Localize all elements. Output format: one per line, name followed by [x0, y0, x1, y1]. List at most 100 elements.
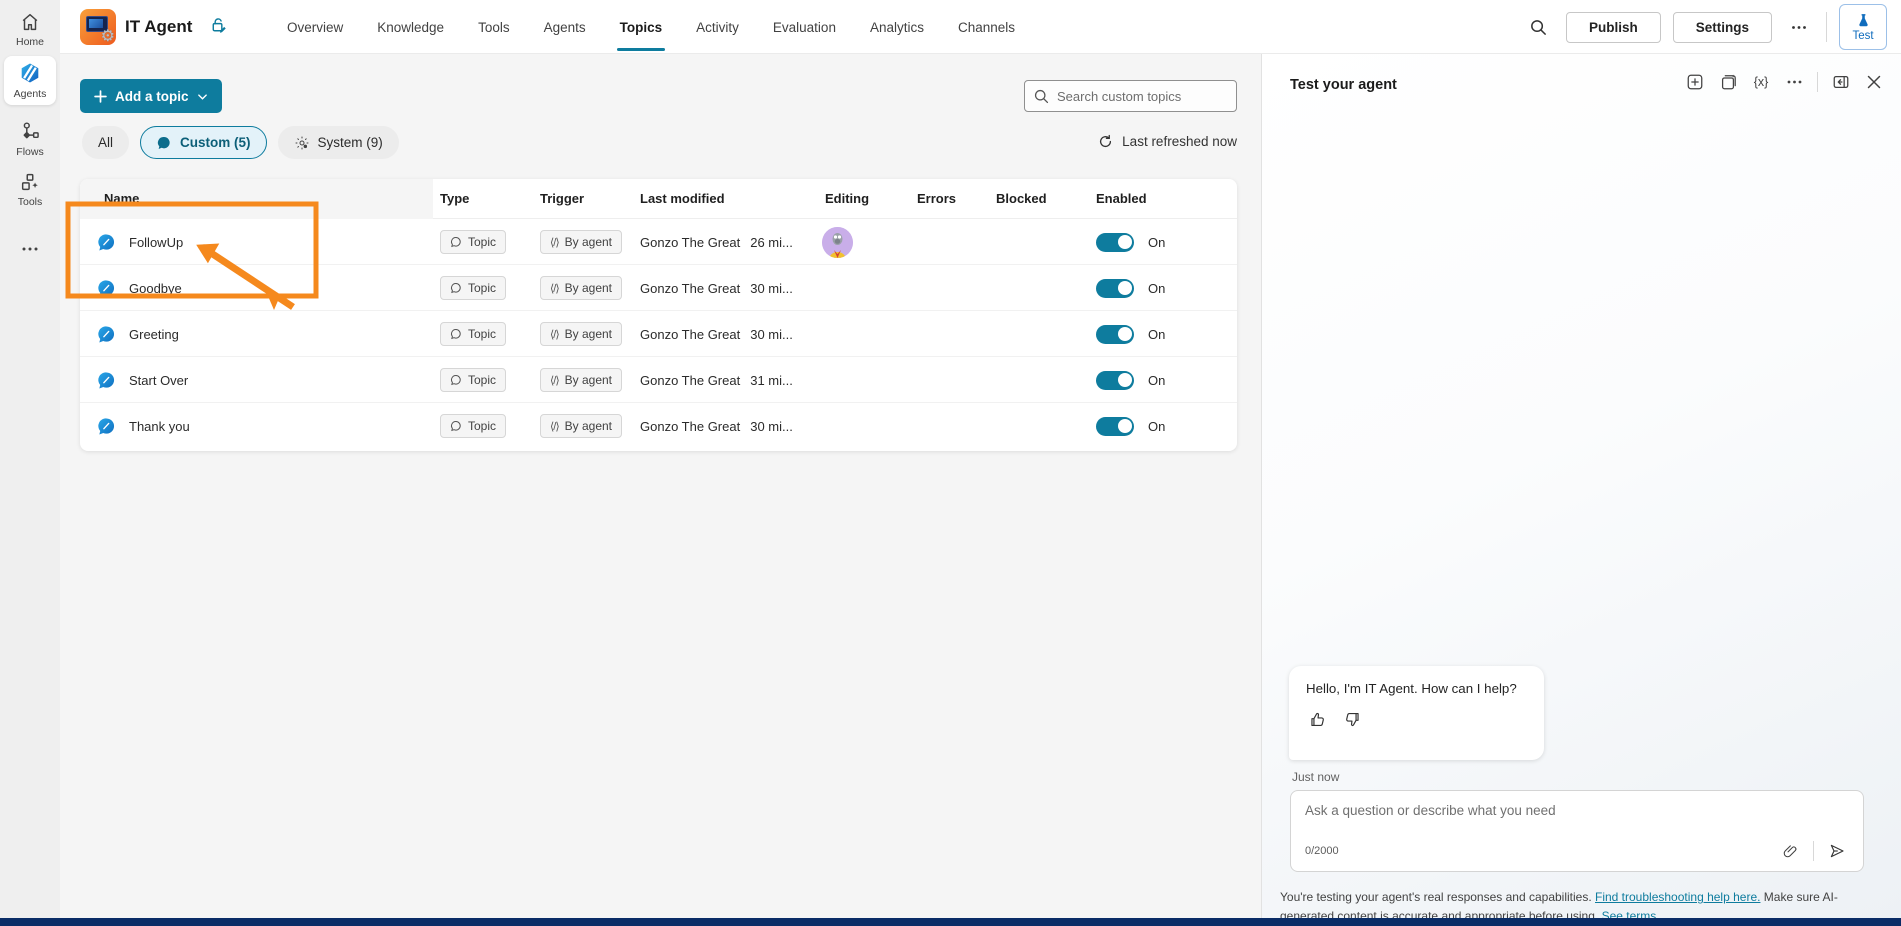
code-icon: ⟨/⟩ [550, 420, 559, 433]
topic-bubble-icon [96, 324, 117, 345]
column-header-name[interactable]: Name [104, 191, 139, 206]
tab-analytics[interactable]: Analytics [853, 0, 941, 54]
enabled-toggle[interactable] [1096, 233, 1134, 252]
send-icon[interactable] [1825, 839, 1849, 863]
code-icon: ⟨/⟩ [550, 236, 559, 249]
char-counter: 0/2000 [1305, 845, 1339, 857]
sidebar-more-button[interactable] [14, 238, 46, 260]
attach-icon[interactable] [1778, 839, 1802, 863]
type-badge: Topic [440, 368, 506, 392]
editor-avatar [822, 227, 853, 258]
sidebar-item-flows[interactable]: Flows [4, 116, 56, 163]
tab-activity[interactable]: Activity [679, 0, 756, 54]
type-badge: Topic [440, 276, 506, 300]
tab-topics[interactable]: Topics [603, 0, 680, 54]
sidebar-item-agents[interactable]: Agents [4, 56, 56, 105]
more-options-button[interactable] [1784, 12, 1814, 42]
tab-knowledge[interactable]: Knowledge [360, 0, 461, 54]
refresh-button[interactable]: Last refreshed now [1098, 134, 1237, 149]
tab-overview[interactable]: Overview [270, 0, 360, 54]
topic-name: Greeting [129, 327, 179, 342]
topic-name-cell[interactable]: Start Over [96, 357, 188, 403]
panel-more-icon[interactable] [1781, 69, 1807, 95]
code-icon: ⟨/⟩ [550, 374, 559, 387]
tab-agents[interactable]: Agents [527, 0, 603, 54]
thumbs-down-icon[interactable] [1341, 708, 1363, 730]
sidebar-item-tools[interactable]: Tools [4, 166, 56, 213]
tab-tools[interactable]: Tools [461, 0, 527, 54]
chat-input[interactable] [1305, 803, 1849, 818]
column-header-trigger[interactable]: Trigger [540, 191, 584, 206]
toggle-state: On [1148, 373, 1165, 388]
lock-edit-icon[interactable] [209, 16, 228, 35]
settings-button[interactable]: Settings [1673, 12, 1772, 43]
topic-bubble-icon [96, 278, 117, 299]
divider [1826, 12, 1827, 42]
topic-name-cell[interactable]: Thank you [96, 403, 190, 449]
chevron-down-icon [197, 91, 208, 102]
enabled-toggle[interactable] [1096, 417, 1134, 436]
filter-all[interactable]: All [82, 126, 129, 159]
topic-name-cell[interactable]: Goodbye [96, 265, 182, 311]
table-row[interactable]: FollowUp Topic ⟨/⟩By agent Gonzo The Gre… [80, 219, 1237, 265]
thumbs-up-icon[interactable] [1306, 708, 1328, 730]
column-header-type[interactable]: Type [440, 191, 469, 206]
column-header-last-modified[interactable]: Last modified [640, 191, 725, 206]
topic-bubble-icon [96, 370, 117, 391]
search-icon [1033, 88, 1050, 105]
test-button[interactable]: Test [1839, 4, 1887, 50]
topic-search [1024, 80, 1237, 112]
filter-label: All [98, 135, 113, 150]
sidebar-item-home[interactable]: Home [4, 6, 56, 53]
table-row[interactable]: Goodbye Topic ⟨/⟩By agent Gonzo The Grea… [80, 265, 1237, 311]
agent-message-text: Hello, I'm IT Agent. How can I help? [1306, 681, 1527, 696]
agents-icon [18, 61, 42, 85]
close-icon[interactable] [1861, 69, 1887, 95]
add-topic-button[interactable]: Add a topic [80, 79, 222, 113]
table-row[interactable]: Thank you Topic ⟨/⟩By agent Gonzo The Gr… [80, 403, 1237, 449]
flask-icon [1855, 12, 1872, 29]
topic-name-cell[interactable]: FollowUp [96, 219, 183, 265]
tab-evaluation[interactable]: Evaluation [756, 0, 853, 54]
page-title: IT Agent [125, 17, 192, 37]
column-header-enabled[interactable]: Enabled [1096, 191, 1147, 206]
filter-custom[interactable]: Custom (5) [140, 126, 267, 159]
enabled-toggle[interactable] [1096, 371, 1134, 390]
column-header-blocked[interactable]: Blocked [996, 191, 1047, 206]
trigger-badge: ⟨/⟩By agent [540, 276, 622, 300]
activity-map-icon[interactable] [1715, 69, 1741, 95]
last-modified-cell: Gonzo The Great30 mi... [640, 311, 793, 357]
editing-cell [822, 219, 853, 265]
type-badge: Topic [440, 322, 506, 346]
last-modified-cell: Gonzo The Great26 mi... [640, 219, 793, 265]
column-header-errors[interactable]: Errors [917, 191, 956, 206]
add-topic-label: Add a topic [115, 89, 189, 104]
topbar-actions: Publish Settings Test [1524, 0, 1887, 54]
dock-panel-icon[interactable] [1828, 69, 1854, 95]
test-button-label: Test [1852, 30, 1873, 42]
last-modified-cell: Gonzo The Great30 mi... [640, 403, 793, 449]
troubleshooting-link[interactable]: Find troubleshooting help here. [1595, 890, 1760, 904]
enabled-toggle[interactable] [1096, 325, 1134, 344]
topic-name: FollowUp [129, 235, 183, 250]
table-row[interactable]: Greeting Topic ⟨/⟩By agent Gonzo The Gre… [80, 311, 1237, 357]
new-chat-icon[interactable] [1682, 69, 1708, 95]
code-icon: ⟨/⟩ [550, 328, 559, 341]
system-gear-icon [294, 135, 310, 151]
variables-icon[interactable]: {x} [1748, 69, 1774, 95]
enabled-toggle[interactable] [1096, 279, 1134, 298]
table-row[interactable]: Start Over Topic ⟨/⟩By agent Gonzo The G… [80, 357, 1237, 403]
topic-name-cell[interactable]: Greeting [96, 311, 179, 357]
tab-channels[interactable]: Channels [941, 0, 1032, 54]
toggle-state: On [1148, 327, 1165, 342]
tools-icon [19, 171, 41, 193]
publish-button[interactable]: Publish [1566, 12, 1661, 43]
last-modified-cell: Gonzo The Great31 mi... [640, 357, 793, 403]
filter-system[interactable]: System (9) [278, 126, 399, 159]
agent-logo: ⚙ [80, 9, 116, 45]
column-header-editing[interactable]: Editing [825, 191, 869, 206]
trigger-badge: ⟨/⟩By agent [540, 322, 622, 346]
search-input[interactable] [1057, 89, 1217, 104]
search-icon[interactable] [1524, 12, 1554, 42]
more-icon [21, 246, 39, 252]
